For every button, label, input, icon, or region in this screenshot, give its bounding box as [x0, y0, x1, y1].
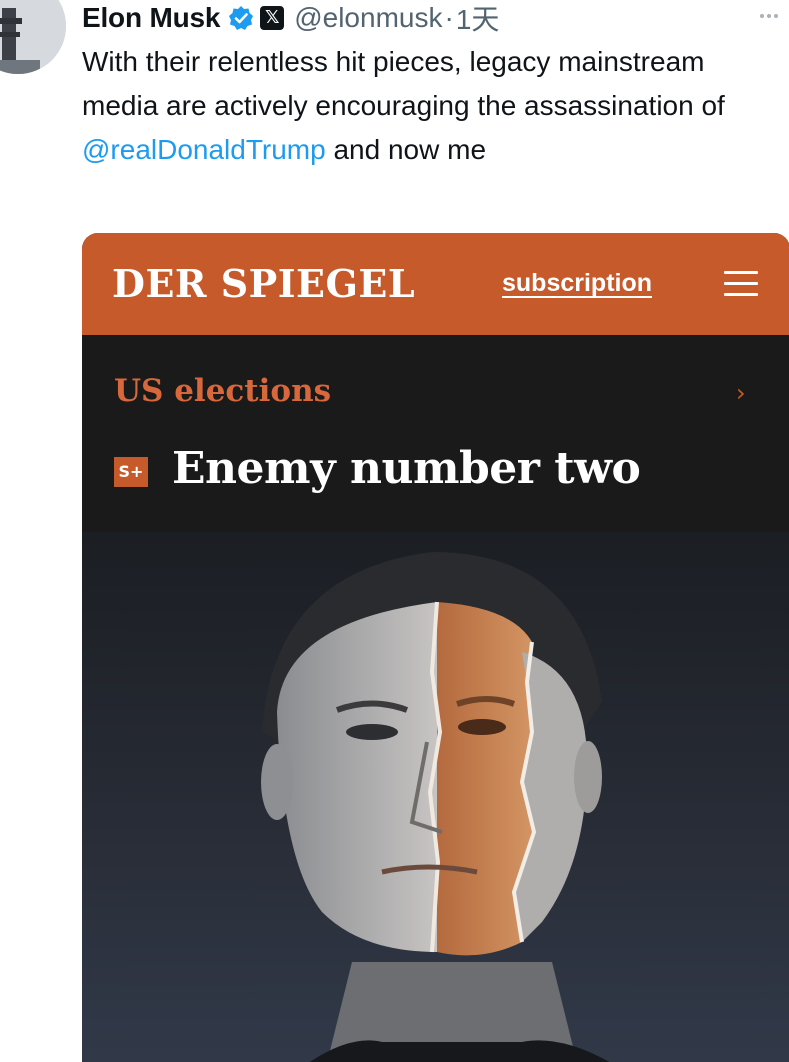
- hamburger-menu-icon[interactable]: [724, 269, 758, 297]
- tweet-text-start: With their relentless hit pieces, legacy…: [82, 46, 725, 121]
- x-logo-icon: 𝕏: [260, 6, 285, 30]
- author-name[interactable]: Elon Musk: [82, 2, 220, 34]
- tweet-text: With their relentless hit pieces, legacy…: [82, 40, 782, 172]
- mention-link[interactable]: @realDonaldTrump: [82, 134, 326, 165]
- avatar[interactable]: [0, 0, 66, 74]
- spiegel-plus-badge: S+: [114, 457, 148, 487]
- verified-badge-icon: [228, 5, 254, 31]
- avatar-image: [0, 0, 66, 74]
- article-photo: [82, 532, 789, 1062]
- author-handle[interactable]: @elonmusk: [294, 2, 442, 34]
- separator-dot: ·: [444, 2, 454, 33]
- article-header: US elections › S+ Enemy number two: [82, 335, 789, 532]
- chevron-right-icon[interactable]: ›: [736, 379, 746, 407]
- tweet-text-end: and now me: [325, 134, 487, 165]
- tweet-media-card[interactable]: DER SPIEGEL subscription US elections › …: [82, 233, 789, 1062]
- subscription-link[interactable]: subscription: [502, 269, 652, 298]
- tweet-page: Elon Musk 𝕏 @elonmusk · 1天 With their re…: [0, 0, 789, 1062]
- spiegel-header-bar: DER SPIEGEL subscription: [82, 233, 789, 335]
- section-label[interactable]: US elections: [114, 373, 331, 409]
- tweet-header: Elon Musk 𝕏 @elonmusk · 1天: [82, 0, 499, 36]
- more-options-icon[interactable]: [760, 14, 778, 18]
- tweet-time[interactable]: 1天: [456, 0, 500, 38]
- spiegel-logo: DER SPIEGEL: [112, 261, 416, 306]
- portrait-illustration: [82, 532, 789, 1062]
- article-headline[interactable]: Enemy number two: [172, 443, 641, 494]
